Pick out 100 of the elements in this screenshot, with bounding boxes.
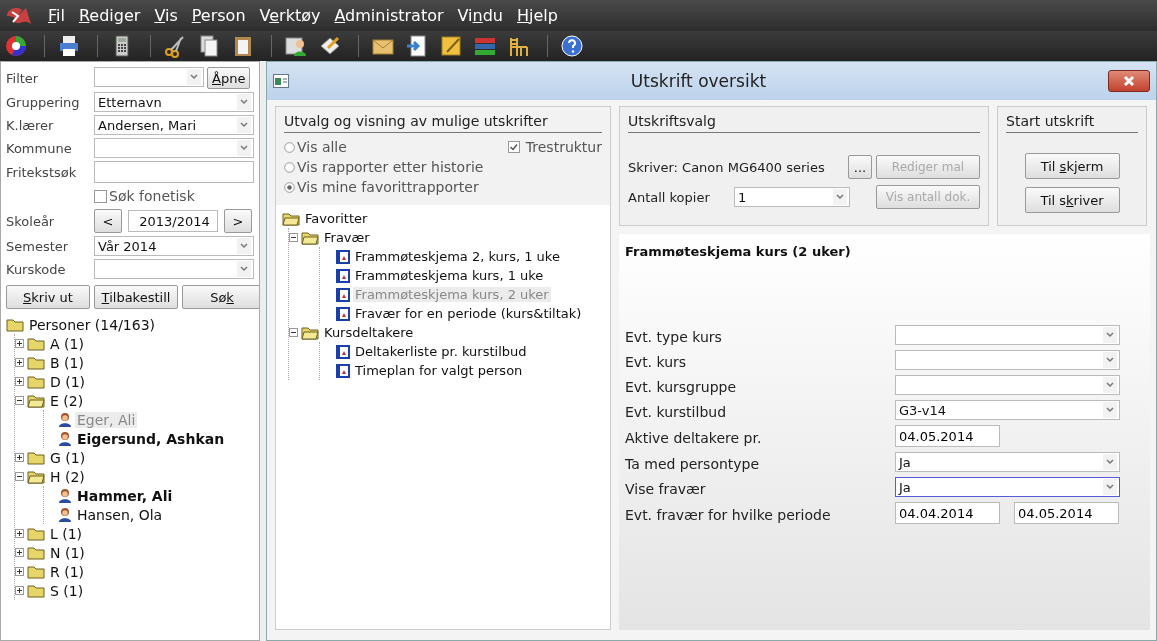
expand-icon[interactable]: [15, 586, 24, 595]
report-item[interactable]: Frammøteskjema kurs, 1 uke: [353, 268, 546, 283]
report-title: Frammøteskjema kurs (2 uker): [625, 244, 852, 259]
report-item[interactable]: Timeplan for valgt person: [353, 363, 525, 378]
report-item[interactable]: Deltakerliste pr. kurstilbud: [353, 344, 529, 359]
radio-option[interactable]: Vis alle: [284, 137, 508, 157]
expand-icon[interactable]: [15, 567, 24, 576]
menu-item[interactable]: Verktøy: [259, 6, 321, 25]
print-button[interactable]: Til skriver: [1024, 187, 1120, 213]
collapse-icon[interactable]: [15, 396, 24, 405]
student-name[interactable]: Hammer, Ali: [75, 487, 175, 504]
previous-button[interactable]: <: [94, 209, 122, 233]
expand-icon[interactable]: [15, 339, 24, 348]
close-icon[interactable]: [1122, 75, 1136, 87]
tree-item[interactable]: N (1): [48, 544, 87, 561]
tree-item[interactable]: B (1): [48, 354, 86, 371]
field-label: Skoleår: [6, 213, 56, 229]
dropdown[interactable]: Andersen, Mari: [94, 115, 254, 135]
tree-item[interactable]: R (1): [48, 563, 86, 580]
person-icon: [58, 431, 72, 446]
menu-item[interactable]: Administrator: [334, 6, 444, 25]
scissors-icon[interactable]: [163, 34, 187, 58]
text-field[interactable]: [94, 161, 254, 183]
person-icon: [58, 412, 72, 427]
tree-item[interactable]: D (1): [48, 373, 88, 390]
notepad-icon[interactable]: [439, 34, 463, 58]
collapse-icon[interactable]: [15, 472, 24, 481]
field-label: Evt. kurstilbud: [625, 403, 728, 420]
menu-item[interactable]: Person: [191, 6, 246, 25]
next-button[interactable]: >: [224, 209, 252, 233]
radio-icon[interactable]: [284, 181, 295, 193]
menu-item[interactable]: Hjelp: [517, 6, 558, 25]
menu-item[interactable]: Fil: [48, 6, 65, 25]
radio-option[interactable]: Vis mine favorittrapporter: [284, 177, 508, 197]
student-name[interactable]: Hansen, Ola: [75, 506, 165, 523]
tree-item[interactable]: H (2): [48, 468, 87, 485]
print-button[interactable]: Til skjerm: [1024, 153, 1120, 179]
dropdown[interactable]: G3-v14: [895, 400, 1120, 420]
copies-label: Antall kopier: [628, 189, 711, 205]
expand-icon[interactable]: [15, 548, 24, 557]
document-arrow-icon[interactable]: [405, 34, 429, 58]
tree-item[interactable]: L (1): [48, 525, 85, 542]
help-icon[interactable]: [560, 34, 584, 58]
tree-item[interactable]: E (2): [48, 392, 86, 409]
expand-icon[interactable]: [15, 529, 24, 538]
action-button[interactable]: Skriv ut: [6, 285, 90, 309]
copies-dropdown[interactable]: 1: [734, 187, 850, 207]
radio-icon[interactable]: [284, 161, 295, 173]
section-heading: Utskriftsvalg: [628, 113, 980, 133]
browse-button[interactable]: ...: [848, 155, 872, 179]
expand-icon[interactable]: [15, 453, 24, 462]
menu-item[interactable]: Vis: [154, 6, 178, 25]
folder-icon: [27, 526, 45, 541]
report-item[interactable]: Fravær for en periode (kurs&tiltak): [353, 306, 584, 321]
dropdown[interactable]: Ja: [895, 477, 1120, 497]
date-field[interactable]: 04.05.2014: [1014, 502, 1119, 524]
report-item[interactable]: Frammøteskjema 2, kurs, 1 uke: [353, 249, 562, 264]
copy-icon[interactable]: [197, 34, 221, 58]
open-folder-icon: [27, 469, 45, 484]
dropdown[interactable]: Ja: [895, 452, 1120, 472]
field-label: Semester: [6, 238, 70, 254]
report-icon: [336, 268, 350, 283]
menu-item[interactable]: Rediger: [78, 6, 141, 25]
tree-item[interactable]: A (1): [48, 335, 86, 352]
folder-icon: [27, 374, 45, 389]
collapse-icon[interactable]: [289, 328, 298, 337]
expand-icon[interactable]: [15, 358, 24, 367]
radio-option[interactable]: Vis rapporter etter historie: [284, 157, 508, 177]
date-field[interactable]: 04.05.2014: [895, 425, 1000, 447]
person-card-icon[interactable]: [284, 34, 308, 58]
report-icon: [336, 287, 350, 302]
tree-structure-checkbox[interactable]: Trestruktur: [507, 137, 602, 157]
printer-icon[interactable]: [57, 34, 81, 58]
student-name[interactable]: Eigersund, Ashkan: [75, 430, 227, 447]
tree-item[interactable]: Favoritter: [303, 211, 370, 226]
tree-item[interactable]: Fravær: [322, 230, 372, 245]
checkbox-icon[interactable]: [94, 189, 107, 203]
action-button[interactable]: Tilbakestill: [94, 285, 178, 309]
expand-icon[interactable]: [15, 377, 24, 386]
menu-item[interactable]: Vindu: [457, 6, 503, 25]
field-label: Kommune: [6, 140, 73, 156]
tree-item[interactable]: S (1): [48, 582, 86, 599]
color-wheel-icon[interactable]: [4, 34, 28, 58]
date-field[interactable]: 04.04.2014: [895, 502, 1000, 524]
checkbox[interactable]: Søk fonetisk: [94, 186, 254, 206]
section-heading: Utvalg og visning av mulige utskrifter: [284, 113, 602, 133]
open-button[interactable]: Åpne: [207, 67, 251, 89]
collapse-icon[interactable]: [289, 233, 298, 242]
person-icon: [58, 488, 72, 503]
tree-item[interactable]: Personer (14/163): [27, 316, 158, 333]
tree-item[interactable]: Kursdeltakere: [322, 325, 416, 340]
action-button[interactable]: Søk: [182, 285, 259, 309]
year-field[interactable]: 2013/2014: [128, 210, 218, 232]
radio-icon[interactable]: [284, 141, 295, 153]
close-button[interactable]: [1108, 70, 1150, 92]
dropdown[interactable]: Etternavn: [94, 92, 254, 112]
checkbox-icon[interactable]: [507, 141, 520, 153]
window-icon: [273, 74, 289, 88]
tree-item[interactable]: G (1): [48, 449, 88, 466]
dropdown[interactable]: Vår 2014: [94, 236, 254, 256]
